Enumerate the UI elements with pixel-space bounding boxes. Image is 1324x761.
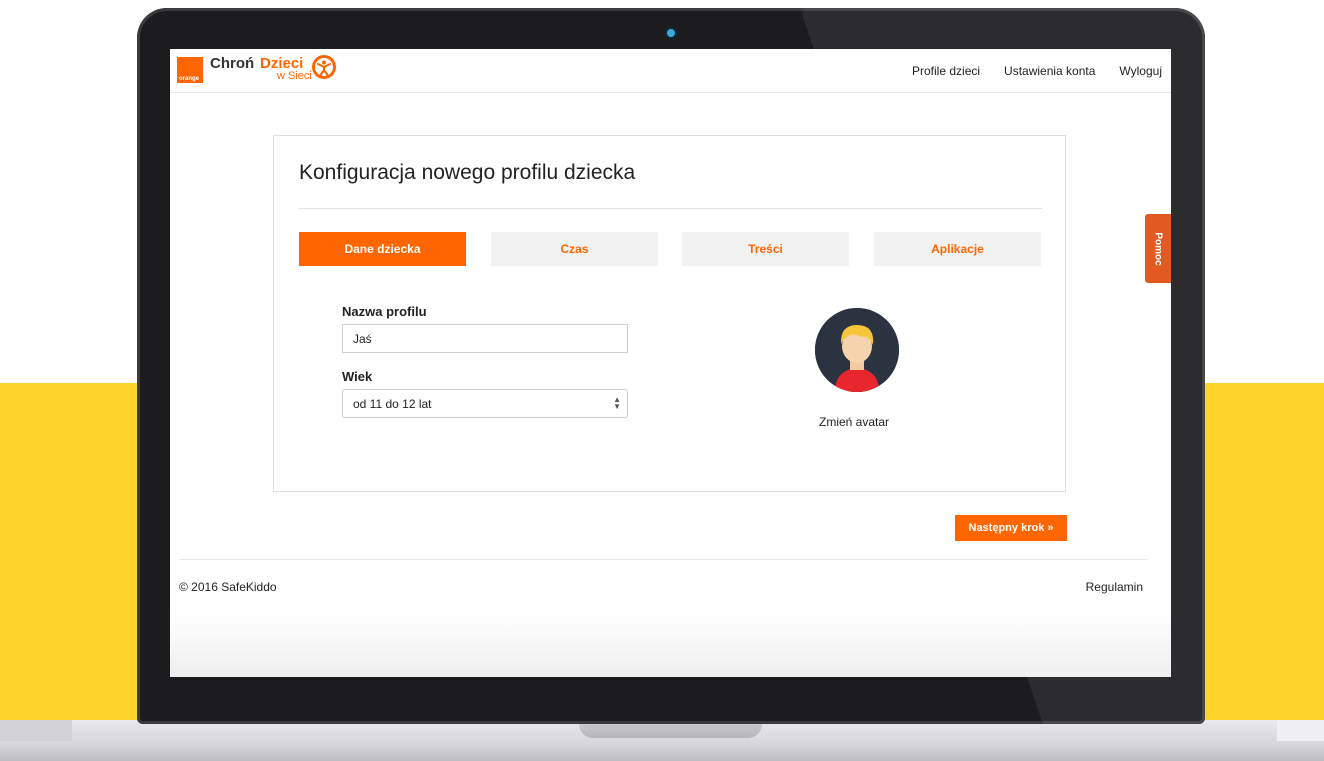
- nav-link-profile-dzieci[interactable]: Profile dzieci: [912, 64, 980, 78]
- orange-logo-text: orange: [179, 76, 200, 82]
- change-avatar-link[interactable]: Zmień avatar: [819, 415, 889, 429]
- avatar[interactable]: [815, 308, 899, 392]
- tab-dane-dziecka[interactable]: Dane dziecka: [299, 232, 466, 266]
- child-figure-icon: [312, 55, 336, 79]
- laptop-base-left-edge: [0, 720, 72, 741]
- title-divider: [299, 208, 1042, 209]
- footer-copyright: © 2016 SafeKiddo: [179, 580, 277, 594]
- help-tab[interactable]: Pomoc: [1145, 214, 1171, 283]
- tab-tresci[interactable]: Treści: [682, 232, 849, 266]
- profile-name-label: Nazwa profilu: [342, 304, 427, 319]
- laptop-base-right-edge: [1277, 720, 1324, 741]
- laptop-screen: orange Chroń Dzieci w Sieci Profile dzie…: [170, 49, 1171, 677]
- page-title: Konfiguracja nowego profilu dziecka: [299, 161, 636, 184]
- next-step-button[interactable]: Następny krok »: [955, 515, 1067, 541]
- profile-setup-card: Konfiguracja nowego profilu dziecka Dane…: [273, 135, 1066, 492]
- child-avatar-icon: [815, 308, 899, 392]
- profile-name-input[interactable]: [342, 324, 628, 353]
- nav-link-wyloguj[interactable]: Wyloguj: [1119, 64, 1162, 78]
- logo-word-chron: Chroń: [210, 55, 255, 72]
- select-arrows-icon: ▲ ▼: [613, 395, 621, 411]
- top-navigation-bar: orange Chroń Dzieci w Sieci Profile dzie…: [170, 49, 1171, 93]
- footer-terms-link[interactable]: Regulamin: [1086, 580, 1143, 594]
- account-nav: Profile dzieci Ustawienia konta Wyloguj: [912, 49, 1162, 92]
- age-label: Wiek: [342, 369, 373, 384]
- webcam-icon: [667, 29, 675, 37]
- screen-bottom-fade: [170, 609, 1171, 677]
- orange-logo[interactable]: orange: [177, 57, 203, 83]
- age-select[interactable]: od 11 do 12 lat ▲ ▼: [342, 389, 628, 418]
- footer-divider: [179, 559, 1148, 560]
- help-tab-label: Pomoc: [1152, 231, 1164, 266]
- tab-czas[interactable]: Czas: [491, 232, 658, 266]
- nav-link-ustawienia-konta[interactable]: Ustawienia konta: [1004, 64, 1095, 78]
- age-select-value: od 11 do 12 lat: [353, 396, 432, 411]
- logo-word-w-sieci: w Sieci: [277, 70, 312, 82]
- tab-aplikacje[interactable]: Aplikacje: [874, 232, 1041, 266]
